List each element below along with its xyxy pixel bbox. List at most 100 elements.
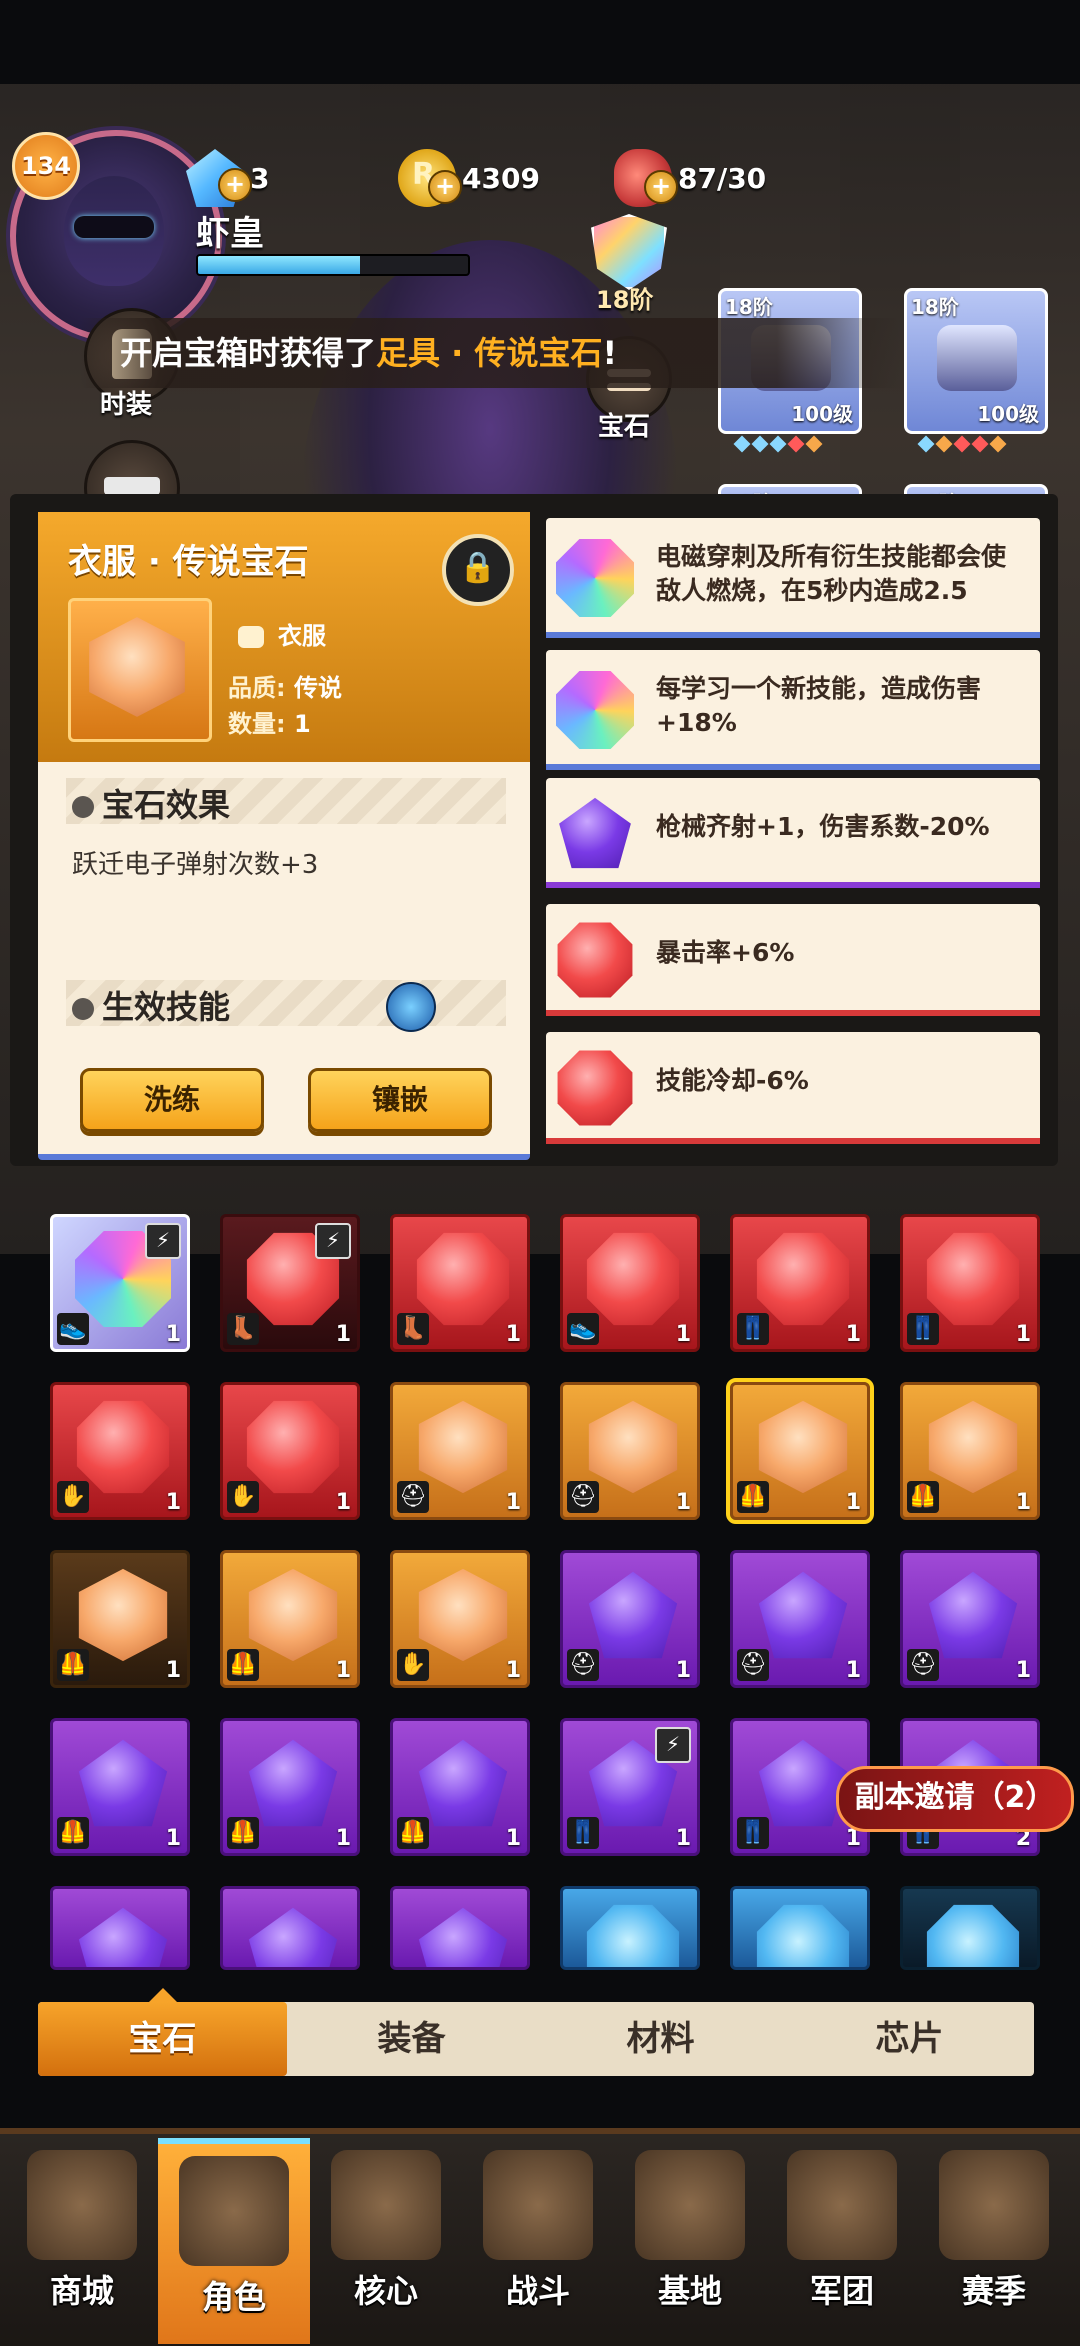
inventory-gem-cell[interactable] (220, 1886, 360, 1970)
inventory-gem-cell[interactable]: 🦺 1 (900, 1382, 1040, 1520)
inventory-gem-cell[interactable]: 👟 1 ⚡ (50, 1214, 190, 1352)
inventory-gem-cell[interactable] (730, 1886, 870, 1970)
inventory-gem-cell[interactable] (390, 1886, 530, 1970)
nav-character[interactable]: 角色 (158, 2138, 310, 2344)
purple-gem-icon (418, 1739, 508, 1827)
nav-label: 核心 (353, 2272, 418, 2310)
inventory-gem-cell[interactable]: 👢 1 (390, 1214, 530, 1352)
inventory-gem-cell[interactable]: ⛑ 1 (390, 1382, 530, 1520)
add-coins-button[interactable]: + (428, 170, 462, 204)
bullet-icon (72, 796, 94, 818)
purple-gem-icon (758, 1739, 848, 1827)
gem-effect-card: 暴击率+6% (546, 904, 1040, 1016)
resource-coins[interactable]: + 4309 (398, 149, 540, 207)
nav-shop[interactable]: 商城 (6, 2138, 158, 2338)
inventory-gem-cell[interactable] (50, 1886, 190, 1970)
skill-section-title: 生效技能 (72, 982, 230, 1028)
nav-label: 战斗 (505, 2272, 570, 2310)
refine-button[interactable]: 洗练 (80, 1068, 264, 1132)
inventory-tabs: 宝石 装备 材料 芯片 (38, 1988, 1034, 2076)
nav-season[interactable]: 赛季 (918, 2138, 1070, 2338)
resource-stamina[interactable]: + 87/30 (614, 149, 766, 207)
inventory-gem-cell[interactable]: ✋ 1 (220, 1382, 360, 1520)
inventory-gem-cell[interactable]: ⛑ 1 (560, 1550, 700, 1688)
season-icon (939, 2150, 1049, 2260)
lock-toggle-button[interactable]: 🔒 (442, 534, 514, 606)
armor-slot-icon: 🦺 (907, 1481, 939, 1513)
inventory-gem-cell[interactable]: 🦺 1 (726, 1378, 874, 1524)
equip-level: 100级 (791, 402, 853, 426)
nav-label: 赛季 (961, 2272, 1026, 2310)
inventory-gem-cell[interactable]: 👢 1 ⚡ (220, 1214, 360, 1352)
nav-base[interactable]: 基地 (614, 2138, 766, 2338)
pants-slot-icon: 👖 (567, 1817, 599, 1849)
red-gem-icon (416, 1232, 510, 1326)
inventory-gem-cell[interactable]: 👟 1 (560, 1214, 700, 1352)
red-gem-icon (557, 922, 633, 998)
notice-prefix: 开启宝箱时获得了 (120, 334, 377, 372)
lightning-skill-icon[interactable] (386, 982, 436, 1032)
lock-icon: ⚡ (655, 1727, 691, 1763)
inventory-gem-cell[interactable] (560, 1886, 700, 1970)
inventory-gem-cell[interactable]: 👖 1 ⚡ (560, 1718, 700, 1856)
dungeon-invite-button[interactable]: 副本邀请（2） (836, 1766, 1074, 1832)
gem-effect-text: 跃迁电子弹射次数+3 (72, 850, 319, 880)
inventory-gem-cell[interactable]: ⛑ 1 (900, 1550, 1040, 1688)
inventory-gem-cell[interactable]: 🦺 1 (220, 1550, 360, 1688)
tab-chips[interactable]: 芯片 (785, 2002, 1034, 2076)
red-gem-icon (76, 1400, 170, 1494)
armor-slot-icon: 🦺 (397, 1817, 429, 1849)
inventory-gem-cell[interactable]: 🦺 1 (50, 1718, 190, 1856)
nav-core[interactable]: 核心 (310, 2138, 462, 2338)
gem-count: 1 (1015, 1322, 1031, 1347)
tab-gems[interactable]: 宝石 (38, 1988, 287, 2076)
count-label: 数量: (228, 710, 286, 738)
gem-effect-card: 枪械齐射+1，伤害系数-20% (546, 778, 1040, 888)
inventory-gem-cell[interactable]: ✋ 1 (50, 1382, 190, 1520)
loot-notice-banner: 开启宝箱时获得了足具 · 传说宝石! (80, 318, 900, 388)
orange-gem-icon (78, 1568, 168, 1662)
equip-slot-gloves[interactable]: 18阶 100级 (904, 288, 1048, 434)
inventory-gem-cell[interactable]: 👖 1 (900, 1214, 1040, 1352)
add-gems-button[interactable]: + (218, 168, 252, 202)
nav-legion[interactable]: 军团 (766, 2138, 918, 2338)
tab-equipment[interactable]: 装备 (287, 2002, 536, 2076)
battle-icon (483, 2150, 593, 2260)
lock-icon: ⚡ (315, 1223, 351, 1259)
purple-gem-icon (78, 1739, 168, 1827)
resource-gems[interactable]: + 3 (186, 149, 269, 207)
purple-gem-icon (248, 1739, 338, 1827)
player-exp-bar (196, 254, 470, 276)
inventory-gem-cell[interactable]: 🦺 1 (50, 1550, 190, 1688)
lock-icon: ⚡ (145, 1223, 181, 1259)
gem-count: 1 (335, 1322, 351, 1347)
gem-count: 1 (1015, 1490, 1031, 1515)
inventory-gem-cell[interactable]: 🦺 1 (390, 1718, 530, 1856)
tier-shield-icon (591, 214, 667, 290)
gem-effect-description: 电磁穿刺及所有衍生技能都会使敌人燃烧，在5秒内造成2.5 (656, 542, 1007, 605)
armor-slot-icon: 🦺 (227, 1817, 259, 1849)
gem-count: 1 (165, 1490, 181, 1515)
lock-icon: 🔒 (459, 550, 497, 585)
inventory-gem-cell[interactable]: ✋ 1 (390, 1550, 530, 1688)
nav-battle[interactable]: 战斗 (462, 2138, 614, 2338)
gem-effect-description: 技能冷却-6% (656, 1066, 809, 1095)
inventory-gem-cell[interactable]: ⛑ 1 (560, 1382, 700, 1520)
purple-gem-icon (588, 1571, 678, 1659)
inlay-button[interactable]: 镶嵌 (308, 1068, 492, 1132)
player-exp-fill (198, 256, 360, 274)
notice-item: 足具 · 传说宝石 (376, 334, 603, 372)
purple-gem-icon (248, 1907, 338, 1967)
add-stamina-button[interactable]: + (644, 170, 678, 204)
inventory-gem-cell[interactable] (900, 1886, 1040, 1970)
inventory-gem-cell[interactable]: 🦺 1 (220, 1718, 360, 1856)
inventory-gem-cell[interactable]: ⛑ 1 (730, 1550, 870, 1688)
gem-count: 1 (505, 1658, 521, 1683)
nav-label: 角色 (201, 2278, 266, 2316)
tab-materials[interactable]: 材料 (536, 2002, 785, 2076)
quality-label: 品质: (228, 674, 286, 702)
inventory-gem-cell[interactable]: 👖 1 (730, 1214, 870, 1352)
count-value: 1 (293, 710, 311, 738)
purple-gem-icon (559, 797, 631, 869)
armor-slot-icon: 🦺 (227, 1649, 259, 1681)
